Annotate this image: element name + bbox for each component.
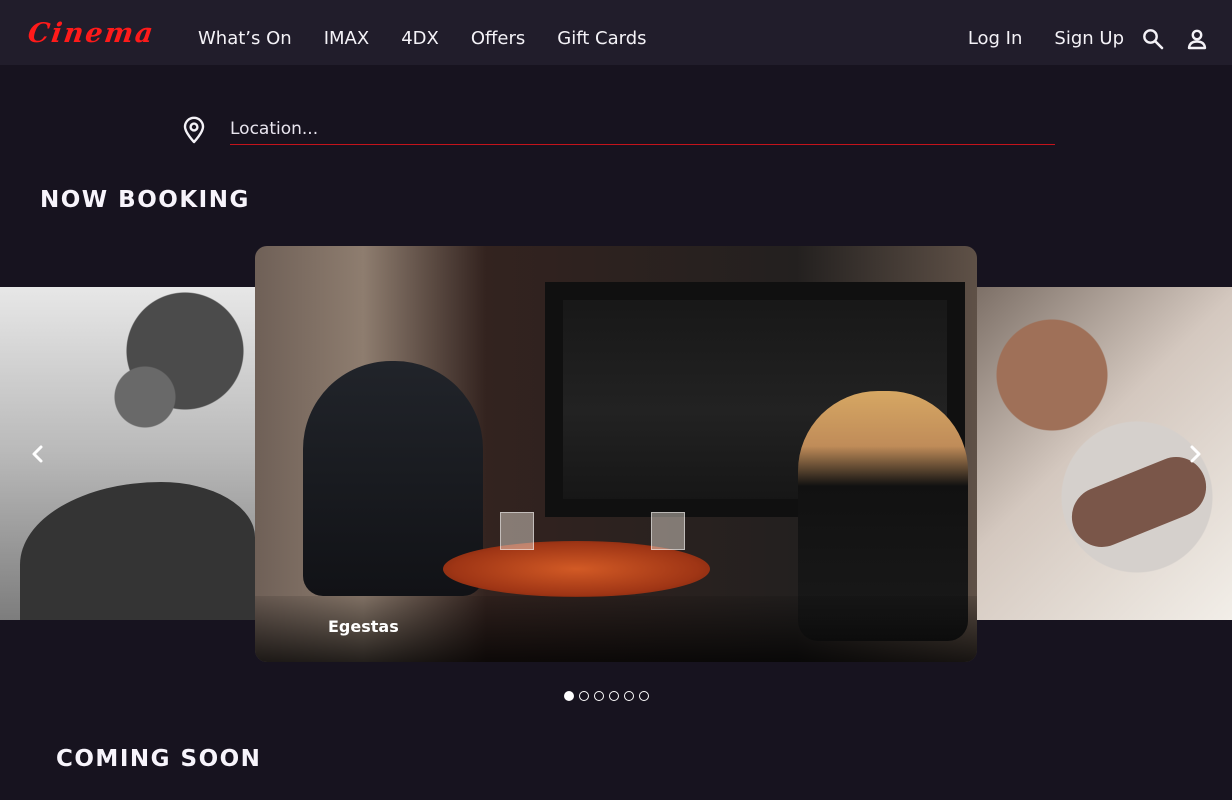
poster-woman-silhouette bbox=[798, 391, 968, 641]
profile-icon[interactable] bbox=[1182, 24, 1212, 54]
chevron-right-icon[interactable] bbox=[1180, 439, 1210, 469]
carousel-dot[interactable] bbox=[579, 691, 589, 701]
poster-glass bbox=[500, 512, 534, 550]
main-navigation: What’s On IMAX 4DX Offers Gift Cards bbox=[198, 27, 679, 51]
poster-glass bbox=[651, 512, 685, 550]
account-actions: Log In Sign Up bbox=[936, 24, 1212, 54]
now-booking-heading: NOW BOOKING bbox=[40, 187, 250, 213]
sign-up-link[interactable]: Sign Up bbox=[1054, 27, 1124, 51]
cinema-logo[interactable]: Cinema bbox=[26, 18, 157, 50]
carousel-dot[interactable] bbox=[624, 691, 634, 701]
nav-gift-cards[interactable]: Gift Cards bbox=[557, 27, 646, 51]
nav-4dx[interactable]: 4DX bbox=[401, 27, 439, 51]
search-icon[interactable] bbox=[1138, 24, 1168, 54]
location-search-input[interactable] bbox=[230, 113, 1055, 145]
chevron-left-icon[interactable] bbox=[23, 439, 53, 469]
coming-soon-heading: COMING SOON bbox=[56, 746, 262, 772]
carousel-dot[interactable] bbox=[594, 691, 604, 701]
carousel-dot[interactable] bbox=[564, 691, 574, 701]
carousel-dot[interactable] bbox=[639, 691, 649, 701]
log-in-link[interactable]: Log In bbox=[968, 27, 1023, 51]
carousel-pagination bbox=[564, 691, 649, 701]
carousel-dot[interactable] bbox=[609, 691, 619, 701]
featured-movie-poster[interactable]: Egestas bbox=[255, 246, 977, 662]
location-pin-icon bbox=[180, 116, 208, 144]
nav-imax[interactable]: IMAX bbox=[324, 27, 369, 51]
featured-movie-title: Egestas bbox=[328, 617, 399, 636]
top-navigation-bar: Cinema What’s On IMAX 4DX Offers Gift Ca… bbox=[0, 0, 1232, 65]
location-search-row bbox=[180, 110, 1055, 146]
nav-whats-on[interactable]: What’s On bbox=[198, 27, 292, 51]
now-booking-carousel: Egestas bbox=[0, 246, 1232, 662]
nav-offers[interactable]: Offers bbox=[471, 27, 525, 51]
